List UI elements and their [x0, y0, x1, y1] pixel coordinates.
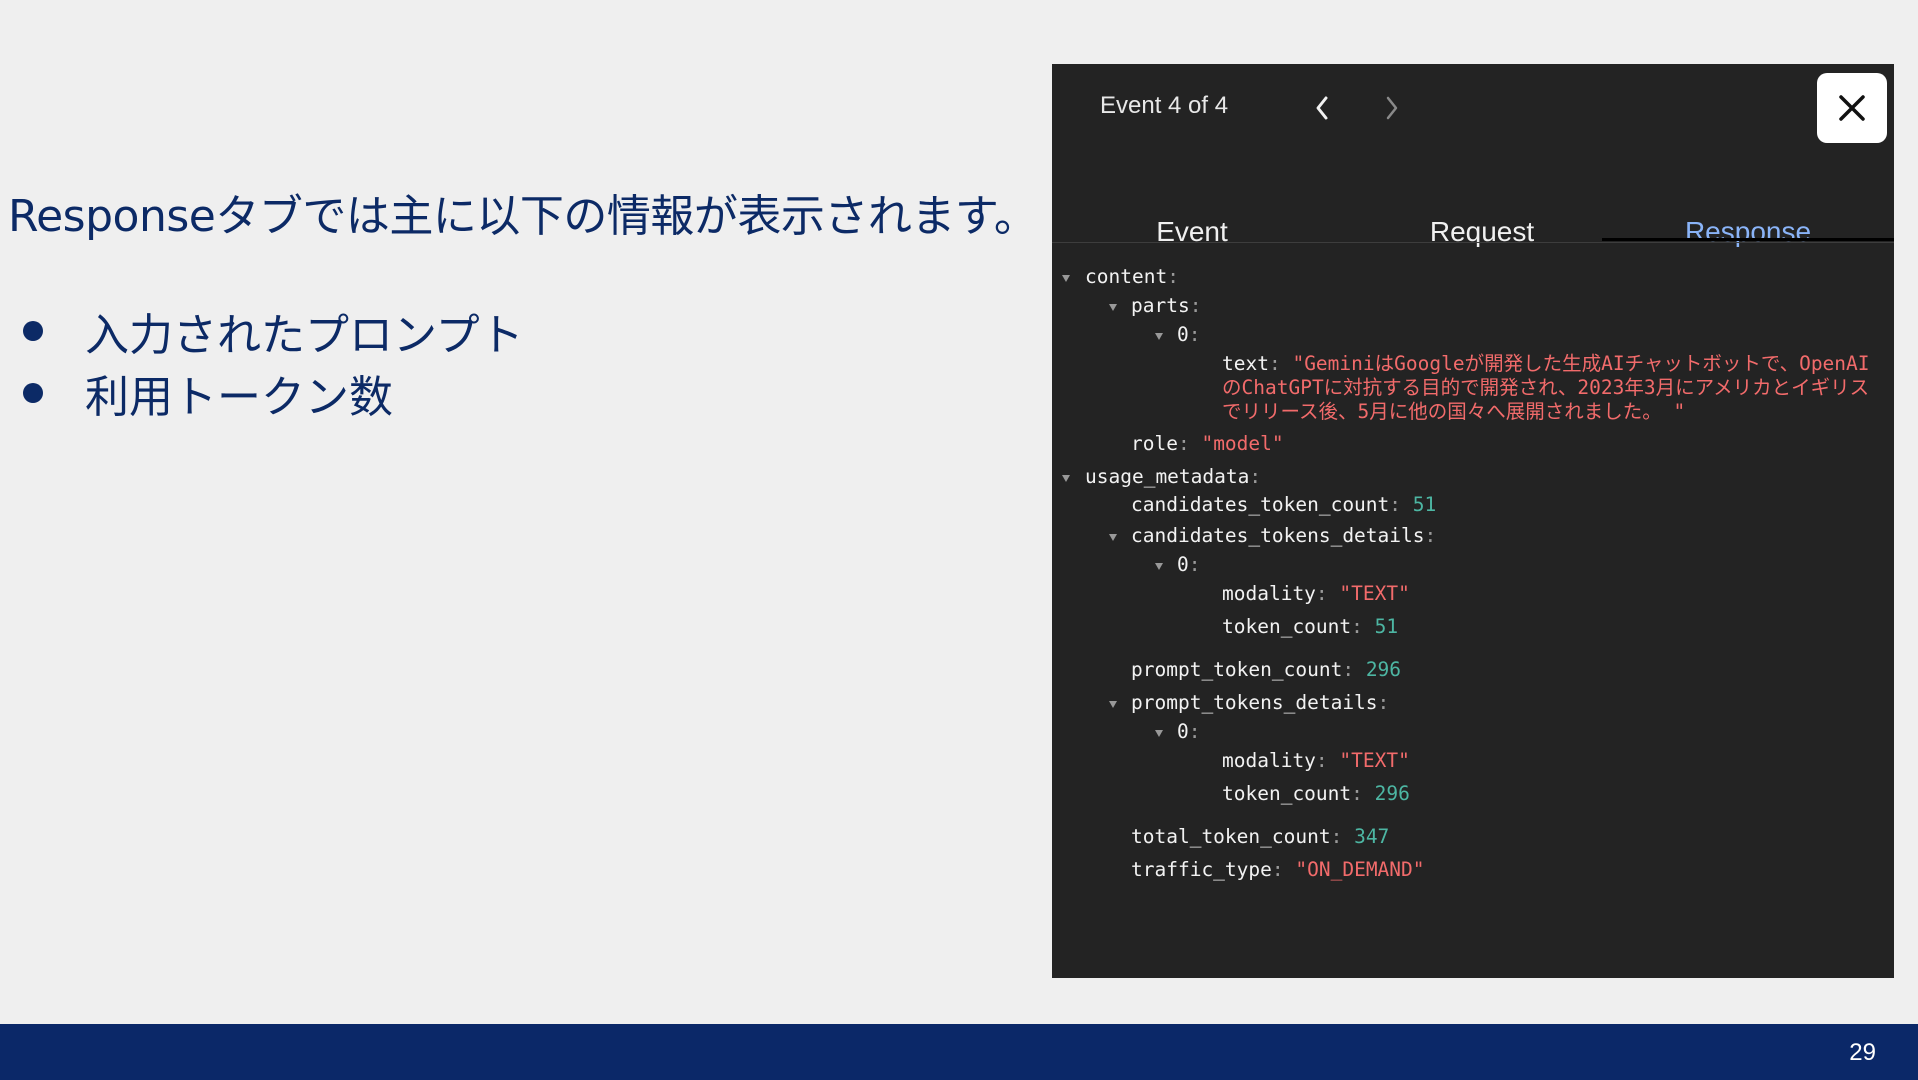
collapse-triangle-icon[interactable] — [1109, 304, 1117, 311]
tree-node-prompt-tokens-details: prompt_tokens_details: — [1131, 691, 1390, 714]
tree-node-modality: modality: "TEXT" — [1222, 749, 1410, 772]
close-icon — [1839, 95, 1865, 121]
tree-node-parts: parts: — [1131, 294, 1202, 317]
close-button[interactable] — [1817, 73, 1887, 143]
footer-bar: 29 — [0, 1024, 1918, 1080]
bullet-item: 利用トークン数 — [20, 362, 524, 424]
next-event-button[interactable] — [1372, 86, 1412, 130]
tree-node-candidates-token-count: candidates_token_count: 51 — [1131, 493, 1437, 516]
bullet-dot — [23, 321, 43, 341]
tree-node-index: 0: — [1177, 553, 1201, 576]
chevron-right-icon — [1386, 96, 1398, 120]
collapse-triangle-icon[interactable] — [1109, 534, 1117, 541]
collapse-triangle-icon[interactable] — [1062, 275, 1070, 282]
tab-event[interactable]: Event — [1102, 202, 1282, 262]
chevron-left-icon — [1316, 96, 1328, 120]
tree-node-modality: modality: "TEXT" — [1222, 582, 1410, 605]
collapse-triangle-icon[interactable] — [1109, 701, 1117, 708]
tree-node-content: content: — [1085, 265, 1179, 288]
tree-node-index: 0: — [1177, 720, 1201, 743]
tree-node-text: text: "GeminiはGoogleが開発した生成AIチャットボットで、Op… — [1222, 352, 1870, 423]
collapse-triangle-icon[interactable] — [1155, 563, 1163, 570]
panel-header: Event 4 of 4 — [1052, 64, 1894, 154]
collapse-triangle-icon[interactable] — [1155, 333, 1163, 340]
event-detail-panel: Event 4 of 4 Event Request Response cont… — [1052, 64, 1894, 978]
tree-node-prompt-token-count: prompt_token_count: 296 — [1131, 658, 1402, 681]
tree-node-token-count: token_count: 296 — [1222, 782, 1410, 805]
tree-node-total-token-count: total_token_count: 347 — [1131, 825, 1390, 848]
tree-node-traffic-type: traffic_type: "ON_DEMAND" — [1131, 858, 1425, 881]
bullet-text: 入力されたプロンプト — [85, 310, 524, 361]
bullet-text: 利用トークン数 — [85, 372, 393, 423]
previous-event-button[interactable] — [1302, 86, 1342, 130]
tab-response[interactable]: Response — [1602, 202, 1894, 262]
event-counter: Event 4 of 4 — [1100, 92, 1229, 119]
tabs-divider — [1052, 242, 1894, 243]
tab-request[interactable]: Request — [1372, 202, 1592, 262]
bullet-item: 入力されたプロンプト — [20, 300, 524, 362]
tree-node-candidates-tokens-details: candidates_tokens_details: — [1131, 524, 1437, 547]
collapse-triangle-icon[interactable] — [1062, 475, 1070, 482]
slide-heading: Responseタブでは主に以下の情報が表示されます。 — [8, 191, 1038, 242]
tree-node-index: 0: — [1177, 323, 1201, 346]
tree-node-role: role: "model" — [1131, 432, 1284, 455]
page-number: 29 — [1849, 1039, 1876, 1066]
tree-node-token-count: token_count: 51 — [1222, 615, 1399, 638]
collapse-triangle-icon[interactable] — [1155, 730, 1163, 737]
bullet-dot — [23, 383, 43, 403]
bullet-list: 入力されたプロンプト 利用トークン数 — [20, 300, 524, 424]
active-tab-underline — [1602, 238, 1894, 241]
tree-node-usage-metadata: usage_metadata: — [1085, 465, 1262, 488]
